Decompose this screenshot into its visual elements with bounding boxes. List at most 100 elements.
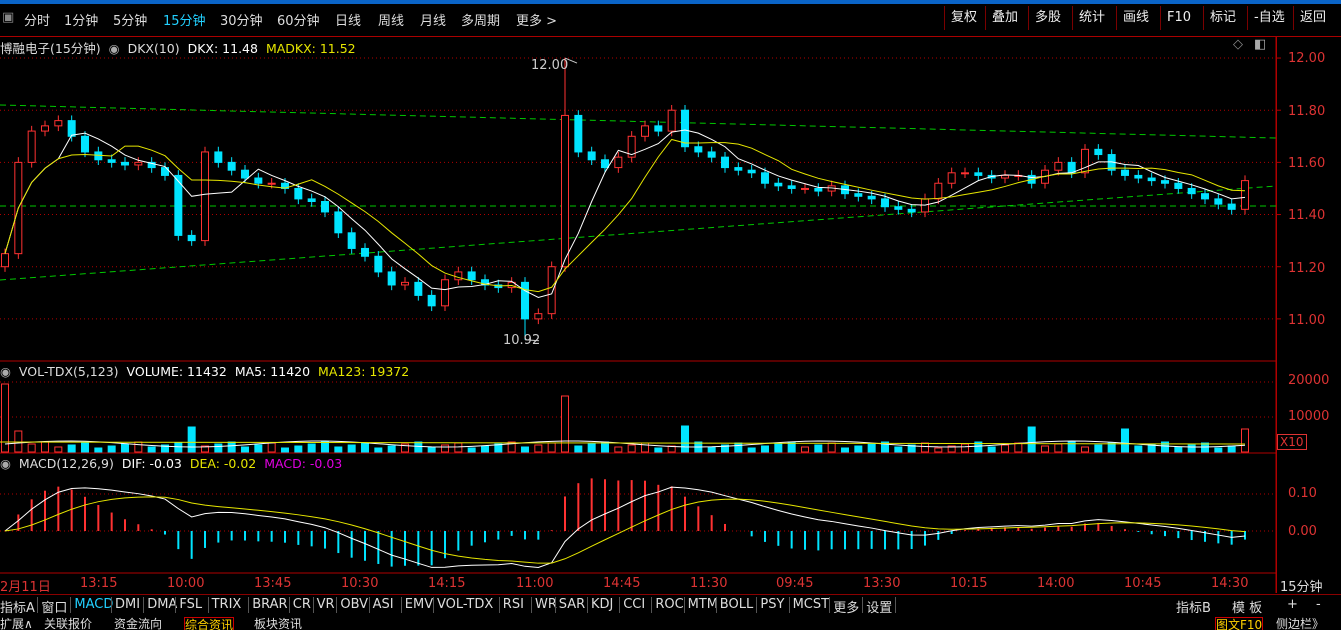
time-label: 13:45 (254, 576, 292, 591)
candle-body (1187, 187, 1196, 195)
tab-separator (862, 597, 864, 613)
macd-indicator-name[interactable]: MACD(12,26,9) (19, 456, 114, 471)
indicator-toggle-icon[interactable]: ◉ (109, 41, 120, 56)
indicator-tab-mtm[interactable]: MTM (688, 597, 718, 612)
time-label: 14:45 (603, 576, 641, 591)
indicator-tab-vr[interactable]: VR (317, 597, 335, 612)
tab-f10-graphic[interactable]: 图文F10 (1215, 617, 1264, 630)
indicator-tab-obv[interactable]: OBV (340, 597, 368, 612)
indicator-tab-brar[interactable]: BRAR (252, 597, 287, 612)
right-tab-2[interactable]: + (1287, 597, 1298, 612)
volume-bar (414, 441, 423, 453)
indicator-tab-psy[interactable]: PSY (760, 597, 784, 612)
volume-bar (14, 430, 23, 453)
time-label: 10:45 (1124, 576, 1162, 591)
chart-canvas[interactable] (0, 0, 1341, 630)
indicator-tab-roc[interactable]: ROC (655, 597, 683, 612)
volume-bar (521, 446, 529, 453)
indicator-tab-fsl[interactable]: FSL (179, 597, 202, 612)
time-label: 10:15 (950, 576, 988, 591)
stock-name: 博融电子(15分钟) (0, 41, 101, 56)
right-tab-1[interactable]: 模 板 (1232, 597, 1262, 616)
volume-bar (81, 442, 89, 453)
indicator-tab-cr[interactable]: CR (293, 597, 311, 612)
indicator-tab-trix[interactable]: TRIX (212, 597, 242, 612)
candle-body (907, 208, 916, 213)
volume-bar (54, 446, 63, 453)
volume-bar (41, 441, 49, 453)
indicator-tab-rsi[interactable]: RSI (503, 597, 524, 612)
volume-bar (387, 445, 396, 453)
indicator-tab-sar[interactable]: SAR (559, 597, 585, 612)
indicator-tab-kdj[interactable]: KDJ (591, 597, 613, 612)
volume-bar (374, 447, 383, 453)
indicator-tab-wr[interactable]: WR (535, 597, 557, 612)
right-axis-line (1276, 37, 1277, 593)
volume-indicator-name[interactable]: VOL-TDX(5,123) (19, 364, 119, 379)
indicator-tab-emv[interactable]: EMV (405, 597, 433, 612)
volume-bar (67, 444, 76, 453)
volume-bar (841, 447, 849, 453)
volume-bar (187, 426, 196, 453)
candle-body (321, 201, 329, 213)
candle-body (1201, 193, 1209, 200)
main-indicator-name[interactable]: DKX(10) (128, 41, 180, 56)
volume-bar (454, 442, 463, 453)
right-tab-0[interactable]: 指标B (1176, 597, 1211, 616)
volume-bar (254, 444, 263, 453)
indicator-tab-窗口[interactable]: 窗口 (41, 597, 67, 616)
volume-bar (427, 446, 436, 453)
time-label: 14:00 (1037, 576, 1075, 591)
candle-body (1174, 182, 1183, 189)
tab-related-quotes[interactable]: 关联报价 (44, 617, 92, 630)
indicator-tab-macd[interactable]: MACD (74, 597, 113, 612)
price-tick: 11.40 (1288, 208, 1326, 223)
volume-tick: 20000 (1288, 373, 1330, 388)
tab-sector-news[interactable]: 板块资讯 (254, 617, 302, 630)
right-tab-3[interactable]: - (1316, 597, 1321, 612)
indicator-tab-boll[interactable]: BOLL (720, 597, 753, 612)
candle-body (814, 187, 823, 192)
volume-bar (467, 447, 476, 453)
indicator-tab-dma[interactable]: DMA (147, 597, 177, 612)
diamond-icon[interactable]: ◇ (1233, 37, 1243, 52)
macd-tick: 0.00 (1288, 524, 1317, 539)
indicator-tab-指标a[interactable]: 指标A (0, 597, 35, 616)
candle-body (707, 151, 716, 158)
period-label[interactable]: 15分钟 (1280, 576, 1323, 595)
panel-layout-icon[interactable]: ◧ (1254, 37, 1266, 52)
volume-bar (134, 441, 143, 453)
candle-body (214, 151, 223, 163)
macd-panel-header: ◉ MACD(12,26,9) DIF: -0.03 DEA: -0.02 MA… (0, 456, 346, 471)
indicator-tab-dmi[interactable]: DMI (115, 597, 140, 612)
volume-bar (534, 444, 543, 453)
price-tick: 11.20 (1288, 261, 1326, 276)
indicator-tab-设置[interactable]: 设置 (866, 597, 892, 616)
candle-body (41, 125, 49, 132)
volume-bar (281, 447, 289, 453)
volume-bar (1134, 445, 1143, 453)
indicator-tab-cci[interactable]: CCI (623, 597, 645, 612)
tab-capital-flow[interactable]: 资金流向 (114, 617, 162, 630)
sidebar-toggle[interactable]: 侧边栏》 (1276, 617, 1324, 630)
indicator-tab-vol-tdx[interactable]: VOL-TDX (437, 597, 493, 612)
candle-body (961, 172, 969, 175)
volume-bar (547, 442, 556, 453)
indicator-tab-asi[interactable]: ASI (373, 597, 394, 612)
candle-body (601, 159, 609, 169)
volume-bar (1054, 443, 1063, 453)
candle-body (267, 182, 276, 185)
tab-expand[interactable]: 扩展∧ (0, 617, 33, 630)
tab-news[interactable]: 综合资讯 (184, 617, 235, 630)
candle-body (94, 151, 103, 161)
candle-body (187, 234, 196, 242)
candle-body (641, 125, 649, 137)
volume-bar (267, 442, 276, 453)
volume-toggle-icon[interactable]: ◉ (0, 364, 11, 379)
volume-bar (814, 444, 823, 453)
volume-bar (867, 443, 876, 453)
indicator-tab-更多[interactable]: 更多 (833, 597, 859, 616)
indicator-tab-mcst[interactable]: MCST (793, 597, 830, 612)
macd-toggle-icon[interactable]: ◉ (0, 456, 11, 471)
volume-bar (294, 445, 303, 453)
